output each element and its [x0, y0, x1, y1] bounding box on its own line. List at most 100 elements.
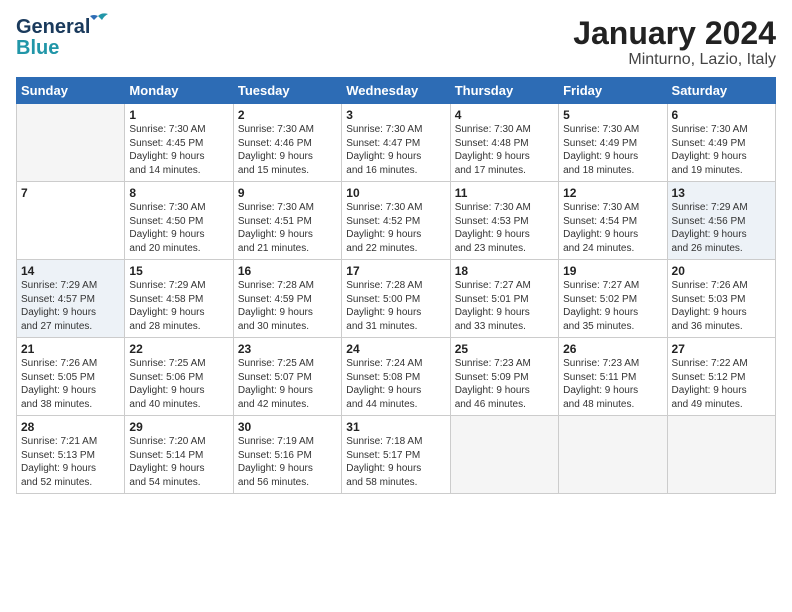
- calendar-cell: 29Sunrise: 7:20 AM Sunset: 5:14 PM Dayli…: [125, 416, 233, 494]
- calendar-cell: 15Sunrise: 7:29 AM Sunset: 4:58 PM Dayli…: [125, 260, 233, 338]
- day-number: 18: [455, 264, 554, 278]
- calendar-cell: [559, 416, 667, 494]
- calendar-cell: 5Sunrise: 7:30 AM Sunset: 4:49 PM Daylig…: [559, 104, 667, 182]
- calendar-cell: 22Sunrise: 7:25 AM Sunset: 5:06 PM Dayli…: [125, 338, 233, 416]
- col-tuesday: Tuesday: [233, 78, 341, 104]
- calendar-cell: [667, 416, 775, 494]
- day-info: Sunrise: 7:26 AM Sunset: 5:03 PM Dayligh…: [672, 279, 771, 333]
- calendar-cell: 30Sunrise: 7:19 AM Sunset: 5:16 PM Dayli…: [233, 416, 341, 494]
- day-number: 12: [563, 186, 662, 200]
- day-number: 23: [238, 342, 337, 356]
- day-number: 2: [238, 108, 337, 122]
- day-info: Sunrise: 7:23 AM Sunset: 5:11 PM Dayligh…: [563, 357, 662, 411]
- day-number: 1: [129, 108, 228, 122]
- day-number: 6: [672, 108, 771, 122]
- logo-bird-icon: [88, 12, 108, 26]
- calendar-cell: 26Sunrise: 7:23 AM Sunset: 5:11 PM Dayli…: [559, 338, 667, 416]
- day-info: Sunrise: 7:30 AM Sunset: 4:46 PM Dayligh…: [238, 123, 337, 177]
- day-info: Sunrise: 7:30 AM Sunset: 4:48 PM Dayligh…: [455, 123, 554, 177]
- day-info: Sunrise: 7:29 AM Sunset: 4:56 PM Dayligh…: [672, 201, 771, 255]
- day-number: 17: [346, 264, 445, 278]
- col-monday: Monday: [125, 78, 233, 104]
- day-number: 26: [563, 342, 662, 356]
- col-wednesday: Wednesday: [342, 78, 450, 104]
- day-info: Sunrise: 7:21 AM Sunset: 5:13 PM Dayligh…: [21, 435, 120, 489]
- calendar-cell: 8Sunrise: 7:30 AM Sunset: 4:50 PM Daylig…: [125, 182, 233, 260]
- calendar-cell: 24Sunrise: 7:24 AM Sunset: 5:08 PM Dayli…: [342, 338, 450, 416]
- day-number: 9: [238, 186, 337, 200]
- day-number: 22: [129, 342, 228, 356]
- day-number: 4: [455, 108, 554, 122]
- day-info: Sunrise: 7:29 AM Sunset: 4:58 PM Dayligh…: [129, 279, 228, 333]
- day-number: 5: [563, 108, 662, 122]
- day-number: 10: [346, 186, 445, 200]
- day-number: 8: [129, 186, 228, 200]
- col-friday: Friday: [559, 78, 667, 104]
- calendar-week-row: 28Sunrise: 7:21 AM Sunset: 5:13 PM Dayli…: [17, 416, 776, 494]
- day-number: 24: [346, 342, 445, 356]
- day-number: 20: [672, 264, 771, 278]
- day-number: 28: [21, 420, 120, 434]
- calendar-week-row: 78Sunrise: 7:30 AM Sunset: 4:50 PM Dayli…: [17, 182, 776, 260]
- day-info: Sunrise: 7:23 AM Sunset: 5:09 PM Dayligh…: [455, 357, 554, 411]
- day-number: 13: [672, 186, 771, 200]
- calendar-cell: 31Sunrise: 7:18 AM Sunset: 5:17 PM Dayli…: [342, 416, 450, 494]
- calendar-cell: 18Sunrise: 7:27 AM Sunset: 5:01 PM Dayli…: [450, 260, 558, 338]
- calendar-cell: 17Sunrise: 7:28 AM Sunset: 5:00 PM Dayli…: [342, 260, 450, 338]
- calendar-week-row: 14Sunrise: 7:29 AM Sunset: 4:57 PM Dayli…: [17, 260, 776, 338]
- day-info: Sunrise: 7:30 AM Sunset: 4:50 PM Dayligh…: [129, 201, 228, 255]
- day-info: Sunrise: 7:27 AM Sunset: 5:02 PM Dayligh…: [563, 279, 662, 333]
- day-info: Sunrise: 7:30 AM Sunset: 4:47 PM Dayligh…: [346, 123, 445, 177]
- day-number: 31: [346, 420, 445, 434]
- calendar-week-row: 21Sunrise: 7:26 AM Sunset: 5:05 PM Dayli…: [17, 338, 776, 416]
- col-saturday: Saturday: [667, 78, 775, 104]
- day-info: Sunrise: 7:30 AM Sunset: 4:52 PM Dayligh…: [346, 201, 445, 255]
- calendar-cell: 4Sunrise: 7:30 AM Sunset: 4:48 PM Daylig…: [450, 104, 558, 182]
- day-info: Sunrise: 7:25 AM Sunset: 5:07 PM Dayligh…: [238, 357, 337, 411]
- page: General Blue January 2024 Minturno, Lazi…: [0, 0, 792, 612]
- calendar-title: January 2024: [573, 16, 776, 51]
- col-sunday: Sunday: [17, 78, 125, 104]
- day-info: Sunrise: 7:30 AM Sunset: 4:49 PM Dayligh…: [563, 123, 662, 177]
- day-info: Sunrise: 7:30 AM Sunset: 4:53 PM Dayligh…: [455, 201, 554, 255]
- day-info: Sunrise: 7:30 AM Sunset: 4:51 PM Dayligh…: [238, 201, 337, 255]
- calendar-subtitle: Minturno, Lazio, Italy: [573, 51, 776, 69]
- calendar-cell: 25Sunrise: 7:23 AM Sunset: 5:09 PM Dayli…: [450, 338, 558, 416]
- day-number: 15: [129, 264, 228, 278]
- day-info: Sunrise: 7:30 AM Sunset: 4:49 PM Dayligh…: [672, 123, 771, 177]
- day-number: 19: [563, 264, 662, 278]
- calendar-table: Sunday Monday Tuesday Wednesday Thursday…: [16, 77, 776, 494]
- calendar-week-row: 1Sunrise: 7:30 AM Sunset: 4:45 PM Daylig…: [17, 104, 776, 182]
- day-number: 7: [21, 186, 120, 200]
- day-info: Sunrise: 7:26 AM Sunset: 5:05 PM Dayligh…: [21, 357, 120, 411]
- calendar-cell: 9Sunrise: 7:30 AM Sunset: 4:51 PM Daylig…: [233, 182, 341, 260]
- calendar-cell: 12Sunrise: 7:30 AM Sunset: 4:54 PM Dayli…: [559, 182, 667, 260]
- day-number: 30: [238, 420, 337, 434]
- calendar-cell: 14Sunrise: 7:29 AM Sunset: 4:57 PM Dayli…: [17, 260, 125, 338]
- calendar-cell: 16Sunrise: 7:28 AM Sunset: 4:59 PM Dayli…: [233, 260, 341, 338]
- calendar-cell: 20Sunrise: 7:26 AM Sunset: 5:03 PM Dayli…: [667, 260, 775, 338]
- calendar-cell: 10Sunrise: 7:30 AM Sunset: 4:52 PM Dayli…: [342, 182, 450, 260]
- logo: General Blue: [16, 16, 90, 60]
- calendar-cell: 2Sunrise: 7:30 AM Sunset: 4:46 PM Daylig…: [233, 104, 341, 182]
- day-number: 21: [21, 342, 120, 356]
- day-info: Sunrise: 7:19 AM Sunset: 5:16 PM Dayligh…: [238, 435, 337, 489]
- day-info: Sunrise: 7:30 AM Sunset: 4:45 PM Dayligh…: [129, 123, 228, 177]
- day-info: Sunrise: 7:18 AM Sunset: 5:17 PM Dayligh…: [346, 435, 445, 489]
- day-info: Sunrise: 7:28 AM Sunset: 5:00 PM Dayligh…: [346, 279, 445, 333]
- day-info: Sunrise: 7:24 AM Sunset: 5:08 PM Dayligh…: [346, 357, 445, 411]
- day-number: 16: [238, 264, 337, 278]
- day-info: Sunrise: 7:29 AM Sunset: 4:57 PM Dayligh…: [21, 279, 120, 333]
- day-info: Sunrise: 7:28 AM Sunset: 4:59 PM Dayligh…: [238, 279, 337, 333]
- logo-blue: Blue: [16, 37, 59, 60]
- calendar-cell: 6Sunrise: 7:30 AM Sunset: 4:49 PM Daylig…: [667, 104, 775, 182]
- calendar-cell: 28Sunrise: 7:21 AM Sunset: 5:13 PM Dayli…: [17, 416, 125, 494]
- calendar-cell: 11Sunrise: 7:30 AM Sunset: 4:53 PM Dayli…: [450, 182, 558, 260]
- calendar-cell: 21Sunrise: 7:26 AM Sunset: 5:05 PM Dayli…: [17, 338, 125, 416]
- day-number: 11: [455, 186, 554, 200]
- day-info: Sunrise: 7:27 AM Sunset: 5:01 PM Dayligh…: [455, 279, 554, 333]
- calendar-cell: 3Sunrise: 7:30 AM Sunset: 4:47 PM Daylig…: [342, 104, 450, 182]
- calendar-cell: 19Sunrise: 7:27 AM Sunset: 5:02 PM Dayli…: [559, 260, 667, 338]
- calendar-cell: 13Sunrise: 7:29 AM Sunset: 4:56 PM Dayli…: [667, 182, 775, 260]
- day-info: Sunrise: 7:22 AM Sunset: 5:12 PM Dayligh…: [672, 357, 771, 411]
